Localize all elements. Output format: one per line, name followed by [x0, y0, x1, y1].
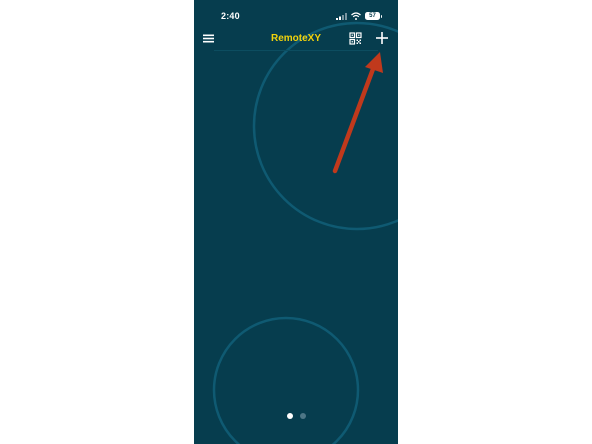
qr-code-icon[interactable]	[349, 32, 362, 45]
app-bar-divider	[214, 50, 378, 51]
wifi-icon	[351, 12, 361, 20]
status-time: 2:40	[221, 11, 240, 21]
phone-screen: 2:40 57 RemoteXY	[194, 0, 398, 444]
decorative-background-rings	[212, 21, 398, 444]
app-title: RemoteXY	[270, 33, 321, 44]
page-dot-1[interactable]	[286, 413, 293, 419]
decorative-ring-upper	[252, 21, 398, 231]
hamburger-menu-icon[interactable]	[202, 32, 215, 45]
cellular-signal-icon	[336, 13, 347, 20]
plus-icon[interactable]	[375, 31, 389, 45]
page-indicator	[194, 413, 398, 419]
decorative-ring-lower	[212, 316, 360, 444]
battery-icon: 57	[365, 12, 382, 20]
status-icons: 57	[336, 11, 382, 21]
page-dot-2[interactable]	[299, 413, 306, 419]
status-bar: 2:40 57	[194, 0, 398, 30]
app-bar: RemoteXY	[194, 28, 398, 50]
